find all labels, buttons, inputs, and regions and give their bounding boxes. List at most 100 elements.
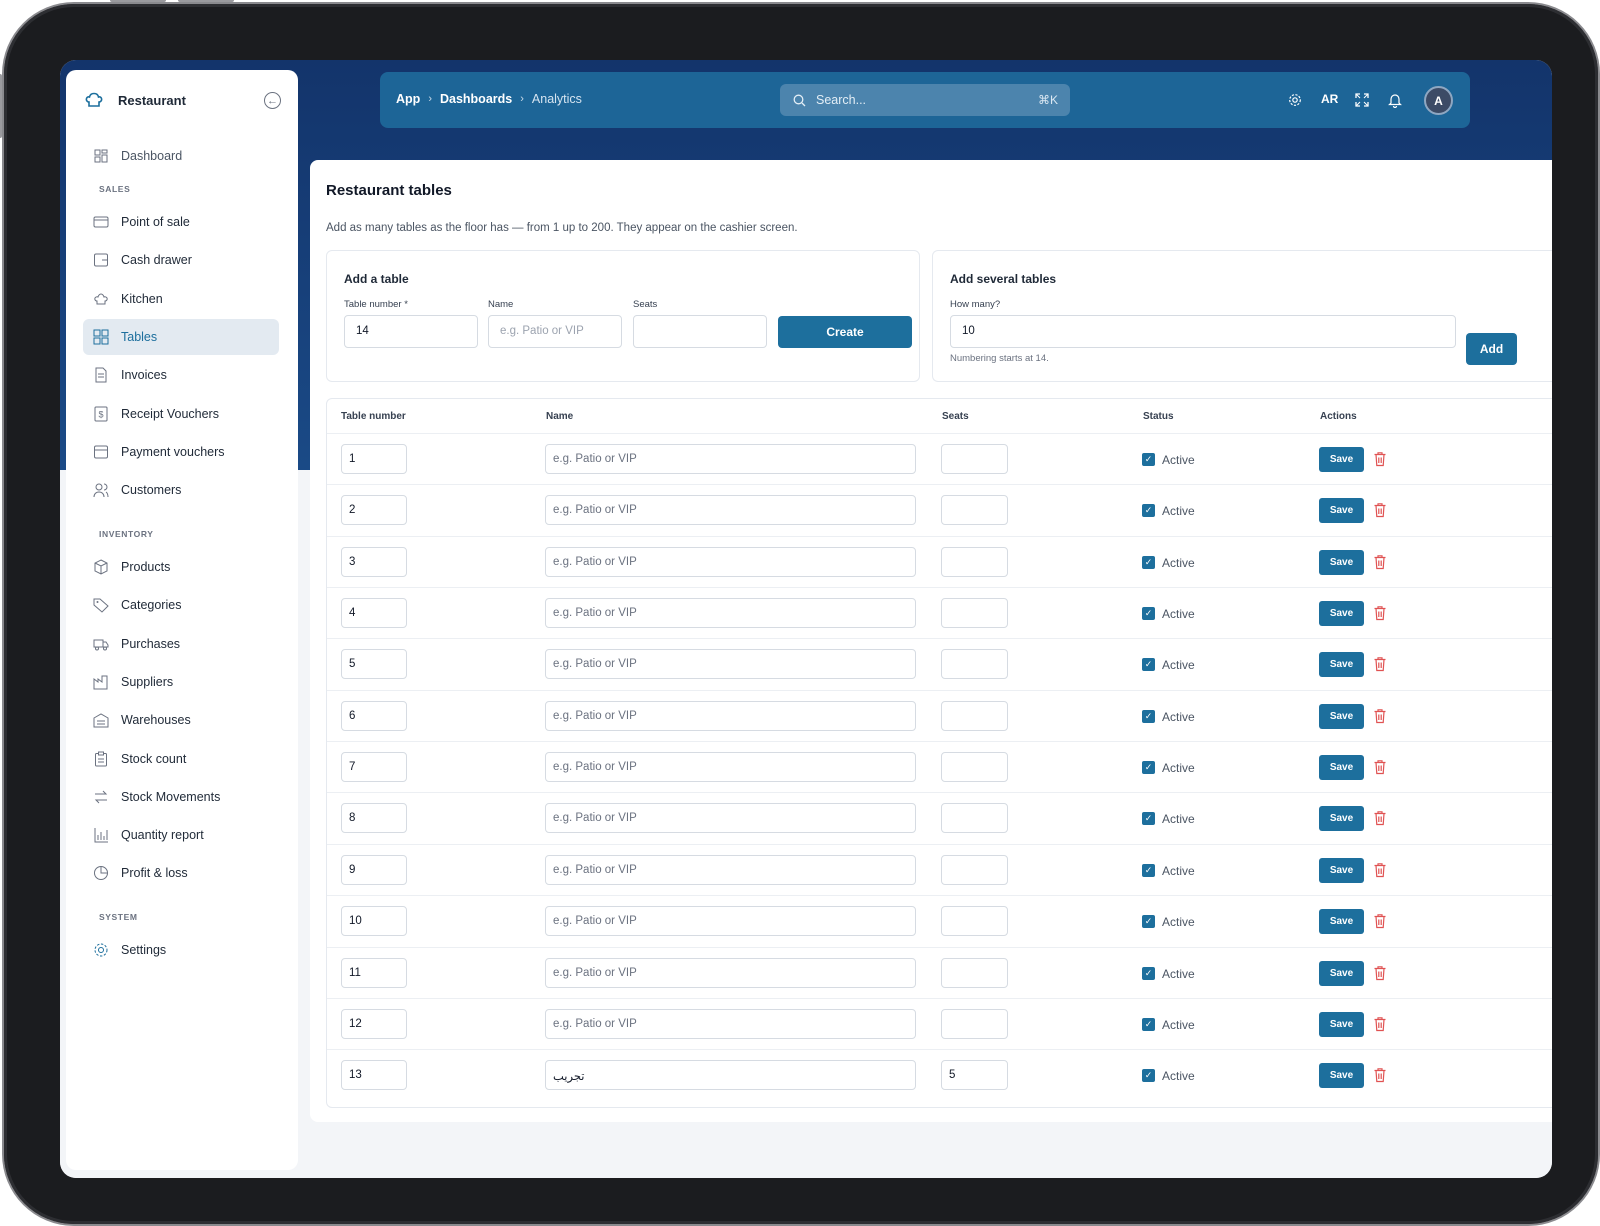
row-seats-input[interactable] <box>941 546 1008 577</box>
sidebar-item-categories[interactable]: Categories <box>83 587 279 623</box>
fullscreen-icon[interactable] <box>1355 93 1369 107</box>
sidebar-item-profit-loss[interactable]: Profit & loss <box>83 855 279 891</box>
save-button[interactable]: Save <box>1319 960 1364 986</box>
row-seats-input[interactable] <box>941 752 1008 783</box>
row-number-input[interactable]: 13 <box>341 1060 407 1091</box>
row-seats-input[interactable] <box>941 803 1008 834</box>
active-checkbox[interactable]: ✓ <box>1142 761 1155 775</box>
sidebar-item-point-of-sale[interactable]: Point of sale <box>83 204 279 240</box>
sidebar-item-dashboard[interactable]: Dashboard <box>83 138 279 174</box>
active-checkbox[interactable]: ✓ <box>1142 863 1155 877</box>
row-seats-input[interactable] <box>941 957 1008 988</box>
row-number-input[interactable]: 6 <box>341 700 407 731</box>
row-number-input[interactable]: 12 <box>341 1008 407 1039</box>
sidebar-item-purchases[interactable]: Purchases <box>83 626 279 662</box>
row-seats-input[interactable] <box>941 854 1008 885</box>
add-button[interactable]: Add <box>1466 333 1517 365</box>
sidebar-item-kitchen[interactable]: Kitchen <box>83 281 279 317</box>
sidebar-item-customers[interactable]: Customers <box>83 472 279 508</box>
bell-icon[interactable] <box>1388 92 1402 108</box>
row-seats-input[interactable] <box>941 906 1008 937</box>
row-seats-input[interactable] <box>941 598 1008 629</box>
row-name-input[interactable]: تجريب <box>545 1060 916 1091</box>
trash-icon[interactable] <box>1373 810 1387 826</box>
row-number-input[interactable]: 9 <box>341 854 407 885</box>
row-name-input[interactable]: e.g. Patio or VIP <box>545 1008 916 1039</box>
sidebar-item-stock-movements[interactable]: Stock Movements <box>83 779 279 815</box>
row-number-input[interactable]: 4 <box>341 598 407 629</box>
trash-icon[interactable] <box>1373 502 1387 518</box>
active-checkbox[interactable]: ✓ <box>1142 555 1155 569</box>
row-number-input[interactable]: 5 <box>341 649 407 680</box>
row-name-input[interactable]: e.g. Patio or VIP <box>545 546 916 577</box>
avatar[interactable]: A <box>1424 86 1453 115</box>
active-checkbox[interactable]: ✓ <box>1142 658 1155 672</box>
save-button[interactable]: Save <box>1319 601 1364 627</box>
row-name-input[interactable]: e.g. Patio or VIP <box>545 854 916 885</box>
save-button[interactable]: Save <box>1319 1011 1364 1037</box>
brand[interactable]: Restaurant <box>84 90 186 110</box>
save-button[interactable]: Save <box>1319 857 1364 883</box>
row-name-input[interactable]: e.g. Patio or VIP <box>545 649 916 680</box>
save-button[interactable]: Save <box>1319 703 1364 729</box>
table-number-input[interactable]: 14 <box>344 315 478 348</box>
row-number-input[interactable]: 8 <box>341 803 407 834</box>
row-number-input[interactable]: 11 <box>341 957 407 988</box>
row-number-input[interactable]: 2 <box>341 495 407 526</box>
row-name-input[interactable]: e.g. Patio or VIP <box>545 752 916 783</box>
active-checkbox[interactable]: ✓ <box>1142 1069 1155 1083</box>
collapse-sidebar-icon[interactable]: ← <box>264 92 281 109</box>
breadcrumb-app[interactable]: App <box>396 92 420 106</box>
name-input[interactable]: e.g. Patio or VIP <box>488 315 622 348</box>
row-number-input[interactable]: 3 <box>341 546 407 577</box>
trash-icon[interactable] <box>1373 605 1387 621</box>
trash-icon[interactable] <box>1373 965 1387 981</box>
active-checkbox[interactable]: ✓ <box>1142 966 1155 980</box>
search-input[interactable]: Search... ⌘K <box>780 84 1070 116</box>
how-many-input[interactable]: 10 <box>950 315 1456 348</box>
save-button[interactable]: Save <box>1319 755 1364 781</box>
sidebar-item-suppliers[interactable]: Suppliers <box>83 664 279 700</box>
trash-icon[interactable] <box>1373 1067 1387 1083</box>
trash-icon[interactable] <box>1373 554 1387 570</box>
sidebar-item-products[interactable]: Products <box>83 549 279 585</box>
active-checkbox[interactable]: ✓ <box>1142 607 1155 621</box>
gear-icon[interactable] <box>1288 93 1302 107</box>
save-button[interactable]: Save <box>1319 447 1364 472</box>
seats-input[interactable] <box>633 315 767 348</box>
save-button[interactable]: Save <box>1319 1063 1364 1089</box>
sidebar-item-quantity-report[interactable]: Quantity report <box>83 817 279 853</box>
trash-icon[interactable] <box>1373 862 1387 878</box>
active-checkbox[interactable]: ✓ <box>1142 812 1155 826</box>
save-button[interactable]: Save <box>1319 652 1364 678</box>
row-name-input[interactable]: e.g. Patio or VIP <box>545 495 916 526</box>
row-name-input[interactable]: e.g. Patio or VIP <box>545 598 916 629</box>
sidebar-item-tables[interactable]: Tables <box>83 318 279 355</box>
trash-icon[interactable] <box>1373 708 1387 724</box>
row-number-input[interactable]: 7 <box>341 752 407 783</box>
active-checkbox[interactable]: ✓ <box>1142 709 1155 723</box>
row-seats-input[interactable]: 5 <box>941 1060 1008 1091</box>
active-checkbox[interactable]: ✓ <box>1142 915 1155 929</box>
language-toggle[interactable]: AR <box>1321 92 1338 106</box>
row-name-input[interactable]: e.g. Patio or VIP <box>545 803 916 834</box>
sidebar-item-stock-count[interactable]: Stock count <box>83 741 279 777</box>
save-button[interactable]: Save <box>1319 549 1364 575</box>
sidebar-item-warehouses[interactable]: Warehouses <box>83 702 279 738</box>
sidebar-item-payment-vouchers[interactable]: Payment vouchers <box>83 434 279 470</box>
trash-icon[interactable] <box>1373 1016 1387 1032</box>
row-seats-input[interactable] <box>941 700 1008 731</box>
trash-icon[interactable] <box>1373 451 1387 467</box>
row-seats-input[interactable] <box>941 444 1008 474</box>
breadcrumb-dashboards[interactable]: Dashboards <box>440 92 512 106</box>
active-checkbox[interactable]: ✓ <box>1142 504 1155 518</box>
sidebar-item-cash-drawer[interactable]: Cash drawer <box>83 242 279 278</box>
save-button[interactable]: Save <box>1319 806 1364 832</box>
row-name-input[interactable]: e.g. Patio or VIP <box>545 957 916 988</box>
row-number-input[interactable]: 1 <box>341 444 407 474</box>
row-name-input[interactable]: e.g. Patio or VIP <box>545 700 916 731</box>
row-name-input[interactable]: e.g. Patio or VIP <box>545 906 916 937</box>
active-checkbox[interactable]: ✓ <box>1142 453 1155 466</box>
trash-icon[interactable] <box>1373 759 1387 775</box>
row-seats-input[interactable] <box>941 649 1008 680</box>
